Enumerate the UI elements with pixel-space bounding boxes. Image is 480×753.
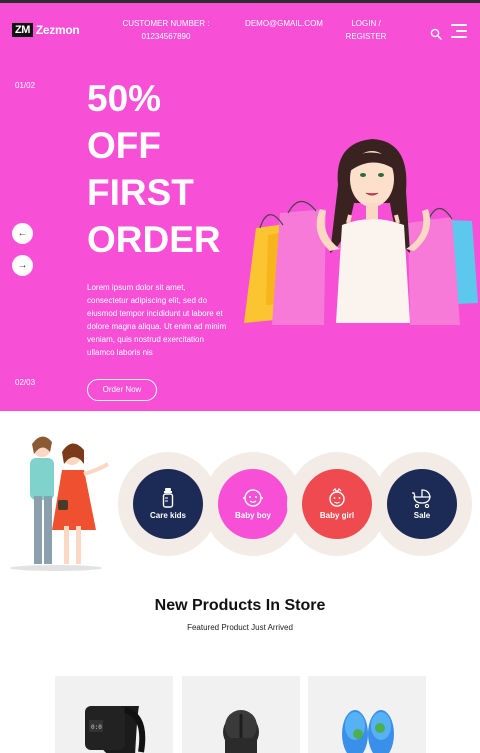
order-now-button[interactable]: Order Now	[87, 379, 157, 401]
login-label: LOGIN /	[351, 19, 381, 28]
product-card[interactable]: 0:0	[55, 676, 173, 753]
category-circle: Baby boy	[218, 469, 288, 539]
shopping-woman-illustration	[244, 139, 478, 325]
customer-number-link[interactable]: CUSTOMER NUMBER : 01234567890	[118, 17, 214, 43]
email-link[interactable]: DEMO@GMAIL.COM	[238, 17, 330, 30]
hero-title-line: OFF	[87, 125, 161, 166]
next-slide-button[interactable]: →	[12, 255, 33, 276]
baby-face-icon	[243, 489, 263, 507]
category-label: Care kids	[149, 511, 187, 520]
customer-number-label: CUSTOMER NUMBER :	[122, 19, 210, 28]
logo-text: Zezmon	[35, 23, 80, 37]
category-sale[interactable]: Sale	[372, 452, 472, 556]
prev-slide-button[interactable]: ←	[12, 223, 33, 244]
logo-badge: ZM	[12, 23, 33, 37]
product-card[interactable]	[182, 676, 300, 753]
slide-counter-next: 02/03	[15, 378, 36, 387]
product-card[interactable]	[308, 676, 426, 753]
slippers-icon	[342, 710, 394, 753]
category-circle: Care kids	[133, 469, 203, 539]
thermos-icon	[223, 710, 259, 753]
fitness-band-icon: 0:0	[85, 706, 146, 753]
category-circle: Sale	[387, 469, 457, 539]
category-label: Baby boy	[234, 511, 271, 520]
hero-title-line: ORDER	[87, 219, 221, 260]
category-label: Baby girl	[319, 511, 355, 520]
hero-description: Lorem ipsum dolor sit amet, consectetur …	[87, 283, 227, 357]
section-title: New Products In Store	[154, 597, 326, 614]
svg-text:0:0: 0:0	[91, 724, 102, 731]
login-register-link[interactable]: LOGIN / REGISTER	[336, 17, 396, 43]
site-header: ZM Zezmon CUSTOMER NUMBER : 01234567890 …	[0, 6, 480, 50]
slide-counter-current: 01/02	[15, 81, 36, 90]
baby-bottle-icon	[162, 488, 174, 508]
page: ZM Zezmon CUSTOMER NUMBER : 01234567890 …	[0, 0, 480, 753]
hero-title-line: FIRST	[87, 172, 194, 213]
baby-girl-icon	[329, 488, 345, 507]
two-women-illustration	[10, 436, 110, 571]
customer-number-value: 01234567890	[141, 32, 191, 41]
hero-banner: ZM Zezmon CUSTOMER NUMBER : 01234567890 …	[0, 0, 480, 411]
hero-title-line: 50%	[87, 78, 162, 119]
register-label: REGISTER	[345, 32, 387, 41]
search-icon[interactable]	[430, 28, 442, 40]
hamburger-menu-icon[interactable]	[451, 24, 467, 38]
stroller-icon	[412, 489, 431, 508]
section-subtitle: Featured Product Just Arrived	[187, 623, 293, 632]
hero-title: 50% OFF FIRST ORDER	[87, 75, 247, 263]
category-circle: Baby girl	[302, 469, 372, 539]
category-label: Sale	[413, 511, 431, 520]
site-logo[interactable]: ZM Zezmon	[12, 23, 80, 37]
